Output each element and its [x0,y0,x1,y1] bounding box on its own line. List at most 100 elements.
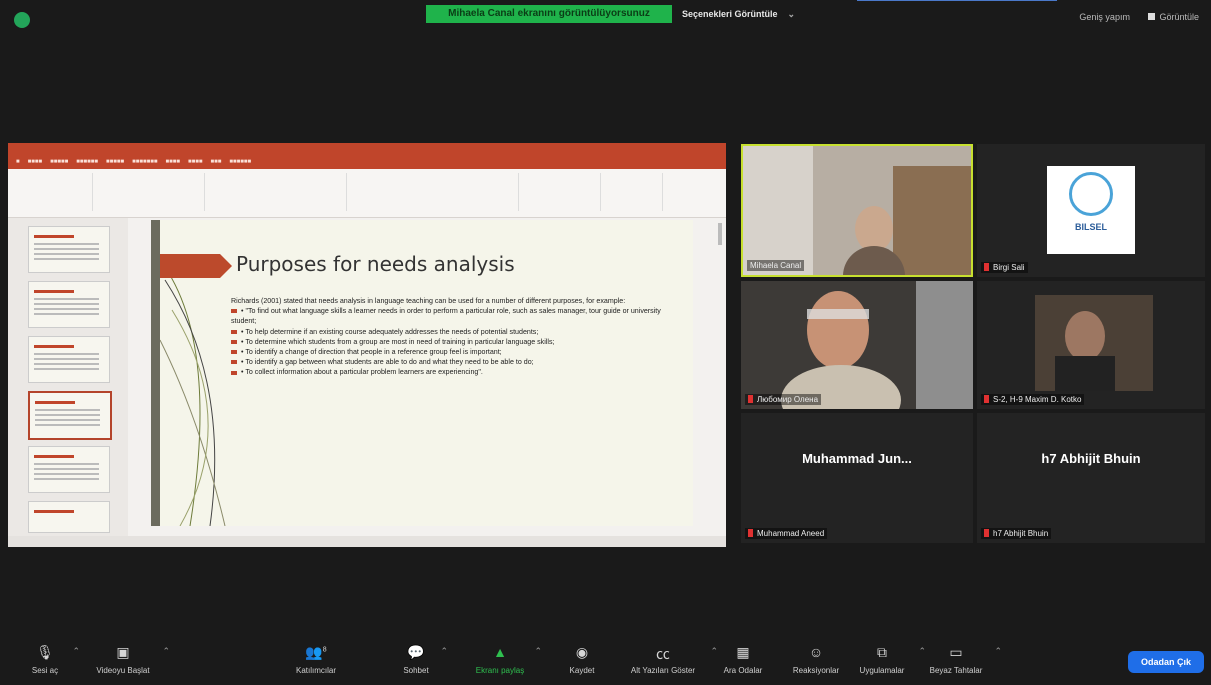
mic-muted-icon [984,529,989,537]
chevron-up-icon[interactable]: ⌃ [534,646,542,657]
slide-bullet: • To determine which students from a gro… [241,337,555,346]
chevron-down-icon: ⌄ [787,9,796,19]
bullet-icon [231,370,237,375]
slide-thumbnail[interactable] [28,336,110,383]
ppt-statusbar [8,536,726,547]
participants-icon: 👥8 [305,644,327,660]
participant-name: Muhammad Aneed [745,528,828,539]
bullet-icon [231,329,237,334]
ppt-titlebar [8,143,726,156]
video-tile[interactable]: h7 Abhijit Bhuin h7 Abhijit Bhuin [977,413,1205,543]
share-screen-button[interactable]: ▲ Ekranı paylaş ⌃ [470,644,542,675]
toolbar-label: Reaksiyonlar [792,666,840,675]
toolbar-label: Katılımcılar [295,666,336,675]
video-tile[interactable]: Muhammad Jun... Muhammad Aneed [741,413,973,543]
apps-icon: ⧉ [877,644,887,660]
toolbar-label: Alt Yazıları Göster [630,666,696,675]
slide-thumbnail-selected[interactable] [28,391,112,440]
slide-thumbnail[interactable] [28,281,110,328]
participant-name: Birgi Sali [981,262,1028,273]
slide-bullet: • To help determine if an existing cours… [241,327,539,336]
title-arrow-tip [220,254,232,278]
video-tile[interactable]: S-2, H-9 Maxim D. Kotko [977,281,1205,409]
ppt-ribbon-tabs: ■ ■■■■ ■■■■■ ■■■■■■ ■■■■■ ■■■■■■■ ■■■■ ■■■■ ■■■ ■… [8,156,726,169]
video-tile[interactable]: BILSEL Birgi Sali [977,144,1205,277]
slide-thumbnails [8,218,128,536]
chevron-up-icon[interactable]: ⌃ [440,646,448,657]
toolbar-label: Sohbet [403,666,429,675]
participant-name: h7 Abhijit Bhuin [981,528,1052,539]
slide-thumbnail[interactable] [28,446,110,493]
captions-button[interactable]: ㏄ Alt Yazıları Göster ⌃ [620,644,718,675]
bullet-icon [231,309,237,314]
whiteboard-icon: ▭ [949,644,963,660]
toolbar-label: Beyaz Tahtalar [929,666,983,675]
unmute-button[interactable]: 🎙 Sesi aç ⌃ [22,644,80,675]
participant-name: Mihaela Canal [747,260,805,271]
view-label: Görüntüle [1159,12,1199,22]
chat-icon: 💬 [407,644,425,660]
slide-bullet: • To collect information about a particu… [241,368,483,377]
bullet-icon [231,350,237,355]
video-tile-active-speaker[interactable]: Mihaela Canal [741,144,973,277]
breakout-rooms-icon: ▦ [736,644,750,660]
participant-name: S-2, H-9 Maxim D. Kotko [981,394,1085,405]
top-right-links: Geniş yapım Görüntüle [1063,12,1199,22]
participant-name-text: Birgi Sali [993,263,1025,272]
exit-fullscreen-button[interactable]: Geniş yapım [1079,12,1130,22]
slide-side-bar [151,220,160,526]
participant-name: Любомир Олена [745,394,822,405]
participant-name-text: Muhammad Aneed [757,529,825,538]
video-off-icon: ▣ [116,644,130,660]
slide-thumbnail[interactable] [28,226,110,273]
view-options-label: Seçenekleri Görüntüle [682,9,778,19]
toolbar-label: Sesi aç [31,666,59,675]
title-arrow-shape [160,254,220,278]
participant-name-text: h7 Abhijit Bhuin [993,529,1049,538]
toolbar-label: Videoyu Başlat [96,666,150,675]
security-shield-icon[interactable] [14,12,30,28]
reactions-icon: ☺ [808,644,824,660]
mic-muted-icon [984,395,989,403]
chevron-up-icon[interactable]: ⌃ [994,646,1002,657]
participant-count: 8 [322,646,327,654]
chevron-up-icon[interactable]: ⌃ [162,646,170,657]
slide-body: Richards (2001) stated that needs analys… [231,296,661,378]
apps-button[interactable]: ⧉ Uygulamalar ⌃ [850,644,926,675]
chevron-up-icon[interactable]: ⌃ [72,646,80,657]
bullet-icon [231,339,237,344]
microphone-muted-icon: 🎙 [36,644,54,660]
bullet-icon [231,360,237,365]
reactions-button[interactable]: ☺ Reaksiyonlar [786,644,846,675]
video-tile[interactable]: Любомир Олена [741,281,973,409]
toolbar-label: Ara Odalar [723,666,763,675]
participant-name-text: S-2, H-9 Maxim D. Kotko [993,395,1082,404]
record-button[interactable]: ◉ Kaydet [562,644,602,675]
participants-button[interactable]: 👥8 Katılımcılar [286,644,346,675]
breakout-rooms-button[interactable]: ▦ Ara Odalar [720,644,766,675]
whiteboard-button[interactable]: ▭ Beyaz Tahtalar ⌃ [922,644,1002,675]
toolbar-label: Uygulamalar [859,666,905,675]
view-options-button[interactable]: Seçenekleri Görüntüle ⌄ [676,5,801,23]
start-video-button[interactable]: ▣ Videoyu Başlat ⌃ [88,644,170,675]
mic-muted-icon [748,395,753,403]
shared-screen: ■ ■■■■ ■■■■■ ■■■■■■ ■■■■■ ■■■■■■■ ■■■■ ■■■■ ■■■ ■… [8,143,726,547]
toolbar-label: Kaydet [569,666,595,675]
slide-bullet: • "To find out what language skills a le… [231,307,661,326]
participant-name-text: Любомир Олена [757,395,819,404]
window-edge [857,0,1057,5]
slide-bullet: • To identify a gap between what student… [241,358,534,367]
bilsel-logo: BILSEL [1047,166,1135,254]
slide-title: Purposes for needs analysis [236,252,515,276]
view-button[interactable]: Görüntüle [1148,12,1199,22]
ppt-ribbon [8,169,726,218]
leave-button[interactable]: Odadan Çık [1128,651,1204,673]
captions-icon: ㏄ [656,646,670,662]
slide-thumbnail[interactable] [28,501,110,533]
mic-muted-icon [748,529,753,537]
record-icon: ◉ [575,644,589,660]
mic-muted-icon [984,263,989,271]
ppt-scrollbar[interactable] [718,223,722,245]
chevron-up-icon[interactable]: ⌃ [710,646,718,657]
chat-button[interactable]: 💬 Sohbet ⌃ [396,644,448,675]
